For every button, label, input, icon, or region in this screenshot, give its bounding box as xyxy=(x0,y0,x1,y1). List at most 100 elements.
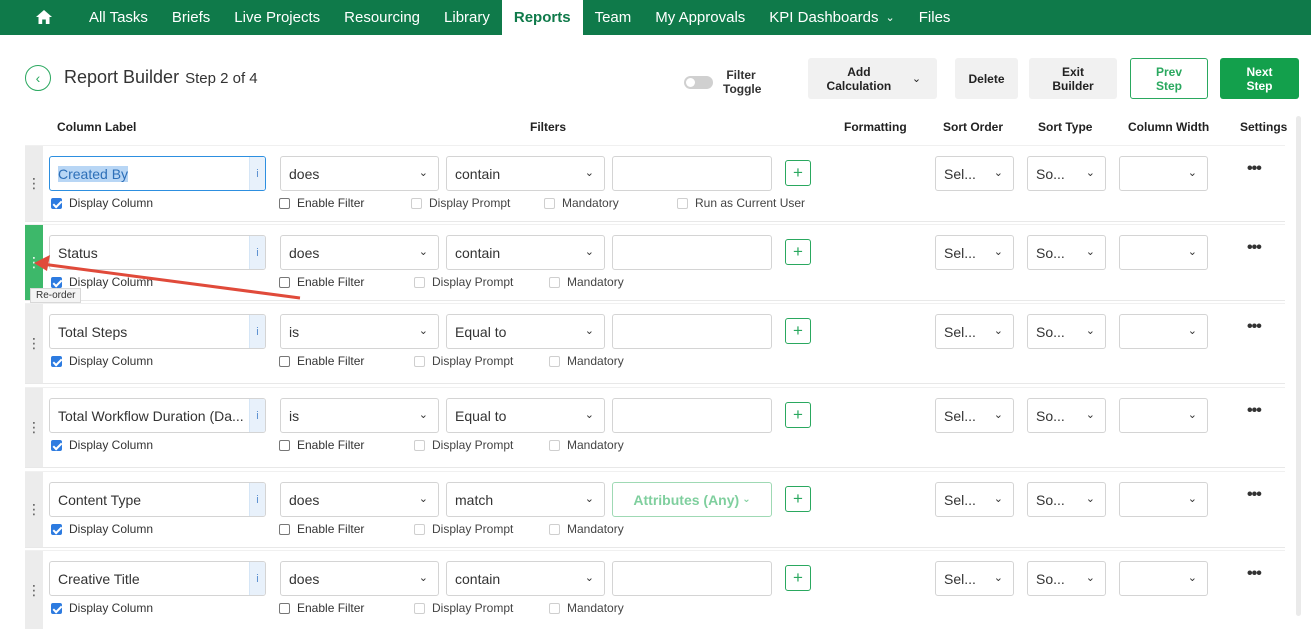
nav-kpi-dashboards[interactable]: KPI Dashboards ⌄ xyxy=(757,0,906,35)
add-filter-button[interactable]: + xyxy=(785,565,811,591)
filter-operator-select[interactable]: does ⌄ xyxy=(280,235,439,270)
display-prompt-checkbox[interactable]: Display Prompt xyxy=(411,196,510,210)
sort-order-select[interactable]: Sel... ⌄ xyxy=(935,398,1014,433)
more-options-icon[interactable]: ••• xyxy=(1247,160,1262,178)
display-prompt-checkbox[interactable]: Display Prompt xyxy=(414,438,513,452)
checkbox[interactable] xyxy=(414,602,425,614)
filter-value-input[interactable] xyxy=(612,235,772,270)
filter-condition-select[interactable]: contain ⌄ xyxy=(446,156,605,191)
checkbox[interactable] xyxy=(279,355,290,367)
checkbox[interactable] xyxy=(51,439,62,451)
column-label-input[interactable]: Status i xyxy=(49,235,266,270)
checkbox[interactable] xyxy=(279,439,290,451)
filter-value-input[interactable]: Attributes (Any) ⌄ xyxy=(612,482,772,517)
more-options-icon[interactable]: ••• xyxy=(1247,239,1262,257)
column-label-input[interactable]: Content Type i xyxy=(49,482,266,517)
filter-operator-select[interactable]: is ⌄ xyxy=(280,314,439,349)
nav-my-approvals[interactable]: My Approvals xyxy=(643,0,757,35)
checkbox[interactable] xyxy=(279,523,290,535)
checkbox[interactable] xyxy=(51,197,62,209)
enable-filter-checkbox[interactable]: Enable Filter xyxy=(279,601,364,615)
sort-type-select[interactable]: So... ⌄ xyxy=(1027,235,1106,270)
filter-toggle[interactable]: Filter Toggle xyxy=(684,68,761,96)
checkbox[interactable] xyxy=(51,276,62,288)
info-icon[interactable]: i xyxy=(249,562,265,595)
display-column-checkbox[interactable]: Display Column xyxy=(51,275,153,289)
nav-library[interactable]: Library xyxy=(432,0,502,35)
column-width-select[interactable]: ⌄ xyxy=(1119,235,1208,270)
filter-value-input[interactable] xyxy=(612,398,772,433)
sort-order-select[interactable]: Sel... ⌄ xyxy=(935,314,1014,349)
sort-order-select[interactable]: Sel... ⌄ xyxy=(935,561,1014,596)
more-options-icon[interactable]: ••• xyxy=(1247,318,1262,336)
filter-operator-select[interactable]: does ⌄ xyxy=(280,482,439,517)
reorder-handle-icon[interactable]: ⋮ xyxy=(25,472,43,547)
sort-type-select[interactable]: So... ⌄ xyxy=(1027,156,1106,191)
column-width-select[interactable]: ⌄ xyxy=(1119,398,1208,433)
filter-condition-select[interactable]: Equal to ⌄ xyxy=(446,314,605,349)
sort-type-select[interactable]: So... ⌄ xyxy=(1027,561,1106,596)
display-column-checkbox[interactable]: Display Column xyxy=(51,601,153,615)
column-width-select[interactable]: ⌄ xyxy=(1119,156,1208,191)
add-filter-button[interactable]: + xyxy=(785,402,811,428)
filter-condition-select[interactable]: match ⌄ xyxy=(446,482,605,517)
enable-filter-checkbox[interactable]: Enable Filter xyxy=(279,438,364,452)
add-filter-button[interactable]: + xyxy=(785,486,811,512)
display-prompt-checkbox[interactable]: Display Prompt xyxy=(414,354,513,368)
filter-condition-select[interactable]: contain ⌄ xyxy=(446,561,605,596)
filter-condition-select[interactable]: contain ⌄ xyxy=(446,235,605,270)
info-icon[interactable]: i xyxy=(249,399,265,432)
scrollbar[interactable] xyxy=(1296,116,1301,616)
reorder-handle-icon[interactable]: ⋮ xyxy=(25,551,43,629)
checkbox[interactable] xyxy=(51,602,62,614)
sort-type-select[interactable]: So... ⌄ xyxy=(1027,482,1106,517)
display-column-checkbox[interactable]: Display Column xyxy=(51,522,153,536)
mandatory-checkbox[interactable]: Mandatory xyxy=(549,522,624,536)
filter-value-input[interactable] xyxy=(612,314,772,349)
mandatory-checkbox[interactable]: Mandatory xyxy=(544,196,619,210)
prev-step-button[interactable]: Prev Step xyxy=(1130,58,1208,99)
more-options-icon[interactable]: ••• xyxy=(1247,565,1262,583)
filter-value-input[interactable] xyxy=(612,156,772,191)
toggle-switch[interactable] xyxy=(684,75,713,89)
nav-files[interactable]: Files xyxy=(907,0,963,35)
checkbox[interactable] xyxy=(279,276,290,288)
run-as-current-user-checkbox[interactable]: Run as Current User xyxy=(677,196,805,210)
filter-operator-select[interactable]: does ⌄ xyxy=(280,156,439,191)
sort-order-select[interactable]: Sel... ⌄ xyxy=(935,482,1014,517)
more-options-icon[interactable]: ••• xyxy=(1247,486,1262,504)
nav-reports[interactable]: Reports xyxy=(501,0,583,35)
nav-briefs[interactable]: Briefs xyxy=(160,0,222,35)
info-icon[interactable]: i xyxy=(249,236,265,269)
checkbox[interactable] xyxy=(549,355,560,367)
column-label-input[interactable]: Total Steps i xyxy=(49,314,266,349)
checkbox[interactable] xyxy=(411,197,422,209)
enable-filter-checkbox[interactable]: Enable Filter xyxy=(279,354,364,368)
sort-order-select[interactable]: Sel... ⌄ xyxy=(935,156,1014,191)
add-calculation-button[interactable]: Add Calculation ⌄ xyxy=(808,58,937,99)
reorder-handle-icon[interactable]: ⋮ xyxy=(25,388,43,467)
info-icon[interactable]: i xyxy=(249,483,265,516)
add-filter-button[interactable]: + xyxy=(785,239,811,265)
sort-type-select[interactable]: So... ⌄ xyxy=(1027,398,1106,433)
nav-resourcing[interactable]: Resourcing xyxy=(332,0,432,35)
add-filter-button[interactable]: + xyxy=(785,318,811,344)
display-column-checkbox[interactable]: Display Column xyxy=(51,438,153,452)
column-label-input[interactable]: Creative Title i xyxy=(49,561,266,596)
nav-team[interactable]: Team xyxy=(583,0,644,35)
display-prompt-checkbox[interactable]: Display Prompt xyxy=(414,601,513,615)
checkbox[interactable] xyxy=(51,355,62,367)
display-prompt-checkbox[interactable]: Display Prompt xyxy=(414,275,513,289)
checkbox[interactable] xyxy=(414,355,425,367)
column-label-input[interactable]: Created By i xyxy=(49,156,266,191)
checkbox[interactable] xyxy=(414,276,425,288)
checkbox[interactable] xyxy=(677,197,688,209)
checkbox[interactable] xyxy=(549,276,560,288)
home-icon[interactable] xyxy=(36,9,52,26)
delete-button[interactable]: Delete xyxy=(955,58,1018,99)
checkbox[interactable] xyxy=(279,602,290,614)
next-step-button[interactable]: Next Step xyxy=(1220,58,1299,99)
more-options-icon[interactable]: ••• xyxy=(1247,402,1262,420)
checkbox[interactable] xyxy=(549,602,560,614)
back-button[interactable]: ‹ xyxy=(25,65,51,91)
